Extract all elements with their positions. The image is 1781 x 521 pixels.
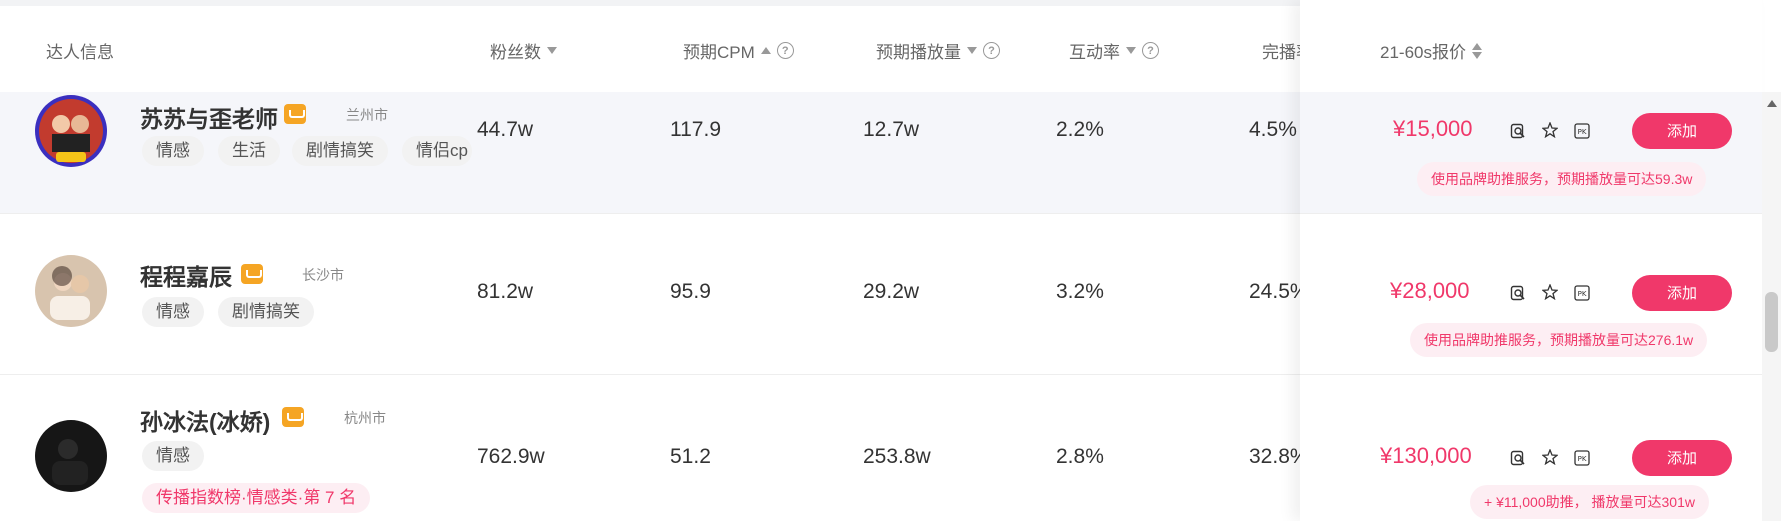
- boost-promo[interactable]: + ¥11,000助推， 播放量可达301w: [1470, 485, 1709, 519]
- rank-badge[interactable]: 传播指数榜·情感类·第 7 名: [142, 483, 371, 513]
- cpm-value: 95.9: [670, 280, 711, 303]
- price-value: ¥15,000: [1393, 116, 1473, 141]
- header-price-sort[interactable]: 21-60s报价: [1380, 38, 1482, 63]
- avatar[interactable]: [34, 94, 108, 168]
- sort-up-icon: [760, 47, 771, 54]
- search-detail-icon[interactable]: [1510, 450, 1526, 466]
- svg-text:PK: PK: [1578, 290, 1587, 298]
- sort-down-icon: [547, 47, 557, 54]
- category-tag: 情感: [142, 297, 204, 327]
- price-value: ¥28,000: [1390, 278, 1470, 303]
- header-engagement-label: 互动率: [1069, 43, 1120, 62]
- scrollbar-thumb[interactable]: [1765, 292, 1778, 352]
- avatar[interactable]: [34, 254, 108, 328]
- header-influencer-info: 达人信息: [46, 38, 114, 63]
- question-circle-icon[interactable]: ?: [776, 42, 794, 59]
- svg-text:PK: PK: [1578, 455, 1587, 463]
- star-icon[interactable]: [1542, 122, 1558, 138]
- header-cpm-label: 预期CPM: [683, 43, 755, 62]
- vertical-scrollbar[interactable]: [1762, 92, 1781, 521]
- category-tag: 情侣cp: [402, 136, 472, 166]
- svg-text:PK: PK: [1578, 128, 1587, 136]
- plays-value: 12.7w: [863, 118, 920, 141]
- engagement-value: 2.8%: [1056, 445, 1104, 468]
- shopping-cart-icon: [284, 104, 306, 124]
- engagement-value: 2.2%: [1056, 118, 1104, 141]
- price-row: ¥130,000 PK 添加 + ¥11,000助推， 播放量可达301w: [1300, 375, 1762, 521]
- header-cpm-sort[interactable]: 预期CPM ?: [683, 38, 794, 63]
- price-row: ¥15,000 PK 添加 使用品牌助推服务，预期播放量可达59.3w: [1300, 92, 1762, 214]
- boost-promo[interactable]: 使用品牌助推服务，预期播放量可达59.3w: [1417, 162, 1707, 196]
- influencer-table: 达人信息 粉丝数 预期CPM ? 预期播放量 ? 互动率 ? 完播率 苏苏与歪老…: [0, 0, 1762, 521]
- cpm-value: 51.2: [670, 445, 711, 468]
- followers-value: 762.9w: [477, 445, 545, 468]
- category-tag: 生活: [218, 136, 280, 166]
- header-influencer-info-label: 达人信息: [46, 43, 114, 62]
- search-detail-icon[interactable]: [1510, 123, 1526, 139]
- header-price-label: 21-60s报价: [1380, 43, 1466, 62]
- price-row: ¥28,000 PK 添加 使用品牌助推服务，预期播放量可达276.1w: [1300, 214, 1762, 375]
- header-followers-sort[interactable]: 粉丝数: [490, 38, 557, 63]
- question-circle-icon[interactable]: ?: [1142, 42, 1159, 59]
- price-action-panel: 21-60s报价 ¥15,000 PK 添加 使用品牌助推服务，预期播放量可达5…: [1300, 0, 1762, 521]
- sort-toggle-icon: [1471, 42, 1482, 59]
- category-tag: 情感: [142, 136, 204, 166]
- star-icon[interactable]: [1542, 449, 1558, 465]
- plays-value: 253.8w: [863, 445, 931, 468]
- followers-value: 81.2w: [477, 280, 534, 303]
- pk-icon[interactable]: PK: [1574, 123, 1590, 139]
- influencer-name[interactable]: 孙冰法(冰娇): [140, 403, 270, 437]
- price-value: ¥130,000: [1380, 443, 1472, 468]
- add-button[interactable]: 添加: [1632, 275, 1732, 311]
- shopping-cart-icon: [241, 264, 263, 284]
- add-button[interactable]: 添加: [1632, 113, 1732, 149]
- pk-icon[interactable]: PK: [1574, 285, 1590, 301]
- boost-promo[interactable]: 使用品牌助推服务，预期播放量可达276.1w: [1410, 323, 1708, 357]
- header-plays-label: 预期播放量: [876, 43, 961, 62]
- add-button[interactable]: 添加: [1632, 440, 1732, 476]
- influencer-name[interactable]: 程程嘉辰: [140, 258, 232, 292]
- shopping-cart-icon: [282, 407, 304, 427]
- city-label: 长沙市: [302, 267, 344, 283]
- sort-down-icon: [1126, 47, 1136, 54]
- header-plays-sort[interactable]: 预期播放量 ?: [876, 38, 1000, 63]
- completion-value: 4.5%: [1249, 118, 1297, 141]
- sort-down-icon: [967, 47, 977, 54]
- pk-icon[interactable]: PK: [1574, 450, 1590, 466]
- category-tag: 情感: [142, 441, 204, 471]
- header-engagement-sort[interactable]: 互动率 ?: [1069, 38, 1159, 63]
- plays-value: 29.2w: [863, 280, 920, 303]
- followers-value: 44.7w: [477, 118, 534, 141]
- avatar[interactable]: [34, 419, 108, 493]
- header-followers-label: 粉丝数: [490, 43, 541, 62]
- city-label: 兰州市: [346, 107, 388, 123]
- engagement-value: 3.2%: [1056, 280, 1104, 303]
- influencer-name[interactable]: 苏苏与歪老师: [140, 100, 278, 134]
- category-tag: 剧情搞笑: [292, 136, 388, 166]
- question-circle-icon[interactable]: ?: [983, 42, 1000, 59]
- star-icon[interactable]: [1542, 284, 1558, 300]
- search-detail-icon[interactable]: [1510, 285, 1526, 301]
- category-tag: 剧情搞笑: [218, 297, 314, 327]
- city-label: 杭州市: [344, 410, 386, 426]
- cpm-value: 117.9: [670, 118, 721, 141]
- scroll-up-arrow-icon[interactable]: [1767, 100, 1777, 107]
